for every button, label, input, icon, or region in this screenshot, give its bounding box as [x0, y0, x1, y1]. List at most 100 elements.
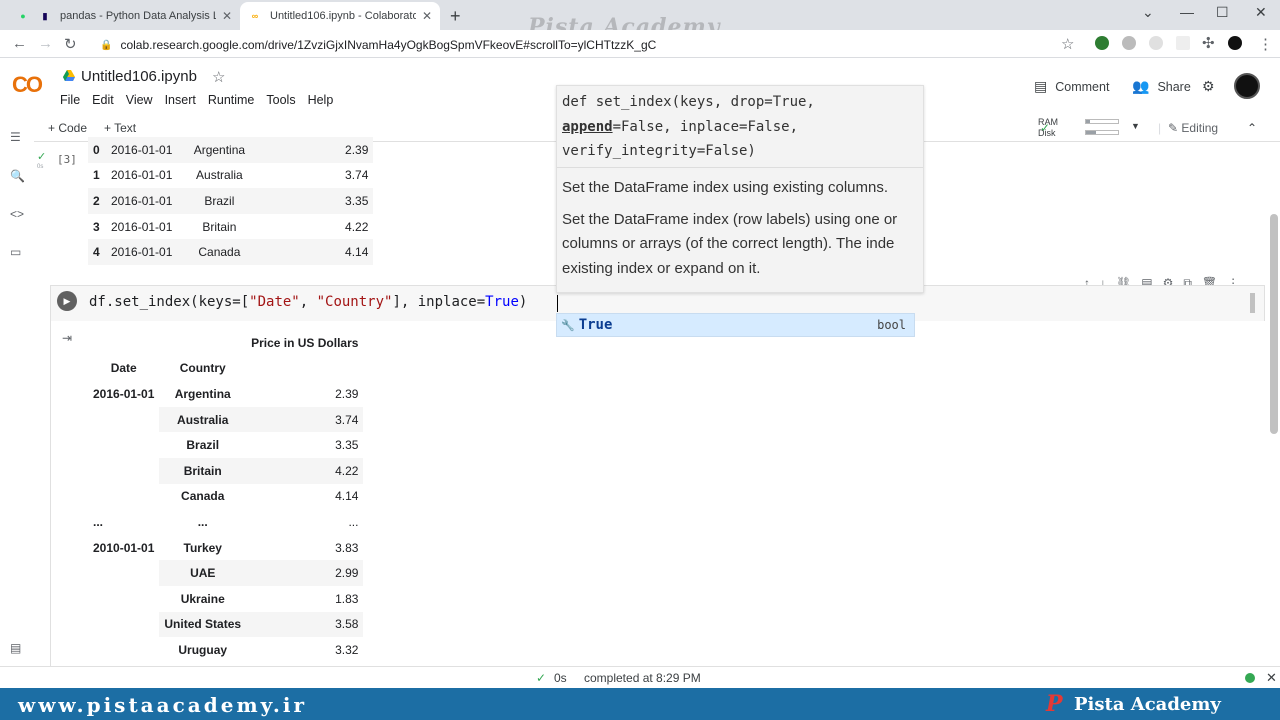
empty-header: [88, 330, 159, 356]
star-icon[interactable]: ☆: [212, 68, 225, 86]
page-scrollbar[interactable]: [1270, 214, 1278, 434]
kebab-menu-icon[interactable]: ⋮: [1258, 35, 1273, 53]
table-row: Canada 4.14: [88, 484, 363, 510]
settings-button[interactable]: ⚙: [1202, 78, 1223, 95]
cell-price: 1.83: [335, 591, 359, 606]
cell-idx: 4: [88, 239, 106, 265]
url-field[interactable]: 🔒 colab.research.google.com/drive/1ZvziG…: [100, 35, 1080, 55]
menu-insert[interactable]: Insert: [165, 93, 196, 107]
extension-icon[interactable]: [1149, 36, 1163, 50]
chevron-down-icon[interactable]: ⌄: [1142, 4, 1154, 21]
files-folder-icon[interactable]: ▭: [10, 245, 21, 259]
run-cell-button[interactable]: ▶: [57, 291, 77, 311]
address-bar: ← → ↻ 🔒 colab.research.google.com/drive/…: [0, 30, 1280, 58]
maximize-icon[interactable]: ☐: [1216, 4, 1229, 21]
cell-country: United States: [159, 611, 247, 638]
cell-price: 3.58: [246, 611, 364, 638]
editing-mode-button[interactable]: ✎ Editing: [1168, 121, 1218, 135]
sig-line-3: verify_integrity=False): [562, 143, 756, 159]
cell-price: 2.39: [261, 137, 374, 163]
table-row: UAE 2.99: [88, 560, 364, 586]
doc-summary: Set the DataFrame index using existing c…: [562, 179, 888, 196]
suggestion-type: bool: [877, 318, 906, 332]
add-code-button[interactable]: + Code: [48, 121, 87, 135]
extension-icon[interactable]: [1095, 36, 1109, 50]
menu-runtime[interactable]: Runtime: [208, 93, 255, 107]
toc-icon[interactable]: ☰: [10, 130, 21, 144]
status-time: 0s: [554, 671, 567, 685]
menu-file[interactable]: File: [60, 93, 80, 107]
tab-colab[interactable]: ∞ Untitled106.ipynb - Colaboratory ✕: [240, 2, 440, 30]
extension-icon[interactable]: [1176, 36, 1190, 50]
bookmark-star-icon[interactable]: ☆: [1061, 35, 1074, 53]
cell-date: 2016-01-01: [93, 386, 155, 401]
cell-price: 2.99: [246, 560, 364, 586]
menu-view[interactable]: View: [126, 93, 153, 107]
puzzle-icon[interactable]: ✣: [1202, 34, 1215, 52]
comment-icon: ▤: [1034, 78, 1048, 94]
notebook-title[interactable]: Untitled106.ipynb: [81, 68, 197, 85]
table-row: 3 2016-01-01 Britain 4.22: [88, 214, 373, 240]
autocomplete-item[interactable]: 🔧 True bool: [556, 313, 915, 337]
tooltip-doc: Set the DataFrame index using existing c…: [557, 168, 923, 289]
reload-icon[interactable]: ↻: [64, 35, 77, 53]
cell-idx: 1: [93, 168, 100, 183]
comment-button[interactable]: ▤ Comment: [1034, 78, 1109, 95]
execution-count: [3]: [57, 153, 77, 166]
brand-logo-icon: P: [1046, 691, 1063, 717]
back-icon[interactable]: ←: [12, 35, 27, 52]
menu-help[interactable]: Help: [308, 93, 334, 107]
colab-logo[interactable]: CO: [12, 72, 43, 98]
disk-bar: [1085, 130, 1119, 135]
menu-edit[interactable]: Edit: [92, 93, 114, 107]
cell-country: Canada: [181, 489, 225, 504]
chevron-up-icon[interactable]: ⌃: [1247, 121, 1257, 135]
left-rail: ☰ 🔍 <> ▭ ▤: [0, 114, 34, 686]
url-text: colab.research.google.com/drive/1ZvziGjx…: [120, 38, 657, 52]
table-row: 4 2016-01-01 Canada 4.14: [88, 239, 374, 265]
cell-country: Brazil: [186, 438, 220, 453]
cell-scrollbar[interactable]: [1250, 293, 1255, 313]
table-row: Ukraine 1.83: [88, 586, 363, 612]
menu-tools[interactable]: Tools: [266, 93, 295, 107]
resource-monitor[interactable]: RAM Disk: [1038, 117, 1058, 139]
code-keyword: True: [485, 294, 519, 310]
code-snippets-icon[interactable]: <>: [10, 207, 24, 221]
tab-pandas[interactable]: ● ▮ pandas - Python Data Analysis Li ✕: [8, 2, 240, 30]
share-button[interactable]: 👥 Share: [1132, 78, 1191, 95]
window-close-icon[interactable]: ✕: [1255, 4, 1267, 21]
code-editor-line[interactable]: df.set_index(keys=["Date", "Country"], i…: [89, 294, 527, 310]
code-sep: ,: [299, 294, 317, 310]
doc-line: columns or arrays (of the correct length…: [562, 235, 895, 252]
avatar[interactable]: [1234, 73, 1260, 99]
minimize-icon[interactable]: —: [1180, 4, 1194, 20]
connection-status-dot[interactable]: [1245, 673, 1255, 683]
search-icon[interactable]: 🔍: [10, 169, 25, 183]
close-icon[interactable]: ✕: [422, 9, 432, 23]
tooltip-signature: def set_index(keys, drop=True, append=Fa…: [557, 86, 923, 168]
cell-run-time: 0s: [37, 164, 44, 170]
profile-icon[interactable]: [1228, 36, 1242, 50]
close-icon[interactable]: ✕: [222, 9, 232, 23]
output-toggle-icon[interactable]: ⇥: [62, 331, 72, 345]
extension-icon[interactable]: [1122, 36, 1136, 50]
signature-tooltip: def set_index(keys, drop=True, append=Fa…: [556, 85, 924, 293]
new-tab-icon[interactable]: +: [450, 6, 461, 27]
terminal-icon[interactable]: ▤: [10, 641, 21, 655]
table-row: 2 2016-01-01 Brazil 3.35: [88, 188, 374, 214]
add-text-button[interactable]: + Text: [104, 121, 136, 135]
toolbar-divider: |: [1158, 121, 1162, 135]
sig-append: append: [562, 118, 613, 135]
forward-icon[interactable]: →: [38, 35, 53, 52]
play-icon: ▶: [63, 295, 71, 306]
cell-date: [88, 484, 159, 510]
cell-date: [88, 407, 159, 433]
cell-date: [88, 560, 159, 586]
status-text[interactable]: completed at 8:29 PM: [584, 671, 701, 685]
resource-dropdown-icon[interactable]: ▼: [1131, 121, 1140, 131]
colab-icon: ∞: [251, 11, 259, 21]
cell-date: [88, 586, 159, 612]
cell-idx: 0: [88, 137, 106, 163]
close-status-icon[interactable]: ✕: [1266, 670, 1277, 686]
cell-date: [88, 637, 159, 663]
